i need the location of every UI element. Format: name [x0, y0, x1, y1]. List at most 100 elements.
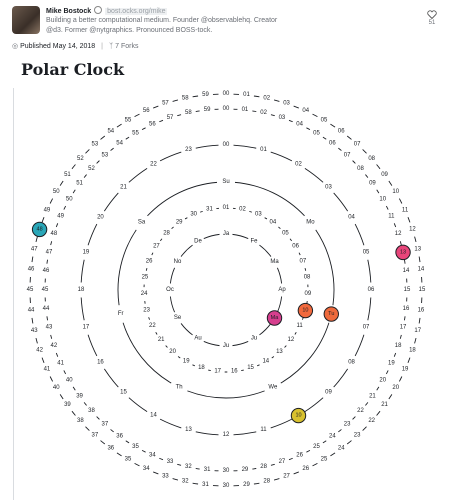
hours-arc-segment	[103, 192, 119, 212]
minutes-label: 26	[296, 452, 303, 458]
seconds-arc-segment	[85, 149, 90, 154]
minutes-arc-segment	[399, 241, 402, 246]
seconds-arc-segment	[31, 317, 34, 324]
dates-label: 09	[305, 291, 312, 297]
hours-label: 06	[368, 287, 375, 293]
seconds-arc-segment	[192, 95, 199, 98]
seconds-label: 26	[302, 466, 309, 472]
minutes-label: 20	[379, 378, 386, 384]
seconds-arc-segment	[312, 462, 318, 467]
hours-label: 14	[150, 413, 157, 419]
seconds-arc-segment	[49, 198, 54, 204]
minutes-label: 18	[395, 343, 402, 349]
minutes-arc-segment	[252, 110, 257, 112]
minutes-label: 16	[403, 306, 410, 312]
minutes-label: 02	[260, 110, 267, 116]
seconds-label: 44	[28, 307, 35, 313]
dates-arc-segment	[171, 226, 174, 229]
minutes-label: 33	[167, 459, 174, 465]
dates-label: 13	[276, 349, 283, 355]
dates-arc-segment	[294, 332, 297, 335]
dates-arc-segment	[249, 210, 252, 213]
months-arc-segment	[203, 233, 220, 240]
minutes-label: 19	[388, 361, 395, 367]
seconds-arc-segment	[172, 478, 179, 481]
minutes-arc-segment	[83, 174, 87, 178]
weekdays-label: Mo	[306, 220, 315, 226]
seconds-label: 08	[368, 156, 375, 162]
dates-arc-segment	[155, 332, 158, 335]
hours-arc-segment	[233, 144, 257, 149]
seconds-arc-segment	[376, 164, 381, 170]
hours-label: 03	[325, 184, 332, 190]
minutes-label: 55	[132, 130, 139, 136]
minutes-label: 03	[279, 115, 286, 121]
seconds-label: 25	[321, 457, 328, 463]
hours-label: 04	[348, 215, 355, 221]
seconds-label: 53	[92, 141, 99, 147]
months-arc-segment	[259, 244, 272, 257]
hours-label: 13	[185, 427, 192, 433]
seconds-label: 49	[44, 207, 51, 213]
minutes-arc-segment	[125, 440, 130, 444]
dates-arc-segment	[278, 226, 281, 229]
dates-arc-segment	[184, 217, 188, 220]
seconds-arc-segment	[71, 410, 76, 416]
dates-label: 14	[262, 359, 269, 365]
seconds-label: 17	[414, 328, 421, 334]
seconds-arc-segment	[346, 135, 352, 140]
minutes-arc-segment	[306, 449, 311, 453]
minutes-arc-segment	[55, 223, 59, 228]
minutes-label: 07	[344, 152, 351, 158]
minutes-arc-segment	[46, 316, 48, 321]
minutes-arc-segment	[376, 189, 380, 194]
seconds-label: 28	[263, 479, 270, 485]
seconds-arc-segment	[49, 376, 54, 382]
seconds-arc-segment	[414, 236, 417, 243]
minutes-label: 25	[313, 444, 320, 450]
seconds-arc-segment	[388, 394, 393, 400]
weekdays-arc-segment	[117, 229, 137, 306]
minutes-label: 42	[51, 343, 58, 349]
hours-label: 05	[363, 249, 370, 255]
seconds-arc-segment	[418, 317, 421, 324]
minutes-arc-segment	[338, 147, 342, 151]
seconds-label: 45	[27, 287, 34, 293]
minutes-arc-segment	[125, 136, 130, 140]
minutes-label: 46	[43, 268, 50, 274]
seconds-label: 19	[402, 367, 409, 373]
dates-arc-segment	[192, 364, 196, 367]
minutes-label: 00	[223, 106, 230, 112]
minutes-label: 41	[57, 361, 64, 367]
minutes-arc-segment	[338, 429, 342, 433]
minutes-label: 24	[329, 433, 336, 439]
minutes-arc-segment	[322, 440, 327, 444]
seconds-arc-segment	[293, 105, 299, 109]
minutes-arc-segment	[63, 205, 67, 210]
seconds-label: 24	[338, 446, 345, 452]
dates-arc-segment	[208, 369, 211, 372]
minutes-arc-segment	[110, 429, 114, 433]
weekdays-label: Th	[176, 384, 183, 390]
minutes-label: 47	[46, 249, 53, 255]
seconds-label: 11	[402, 207, 409, 213]
weekdays-arc-segment	[122, 322, 172, 384]
hours-label: 12	[223, 432, 230, 438]
minutes-label: 40	[66, 378, 73, 384]
dates-label: 07	[300, 259, 307, 265]
hours-arc-segment	[333, 368, 349, 388]
seconds-arc-segment	[100, 440, 106, 445]
months-arc-segment	[180, 323, 193, 336]
dates-arc-segment	[177, 356, 181, 359]
months-label: Oc	[166, 287, 174, 293]
hours-arc-segment	[103, 368, 119, 388]
hours-arc-segment	[87, 334, 98, 357]
minutes-label: 44	[43, 306, 50, 312]
hours-arc-segment	[233, 431, 257, 436]
dates-label: 18	[198, 365, 205, 371]
minutes-label: 15	[404, 287, 411, 293]
seconds-label: 16	[418, 307, 425, 313]
seconds-label: 51	[64, 172, 71, 178]
seconds-arc-segment	[407, 217, 411, 223]
minutes-arc-segment	[399, 334, 402, 339]
